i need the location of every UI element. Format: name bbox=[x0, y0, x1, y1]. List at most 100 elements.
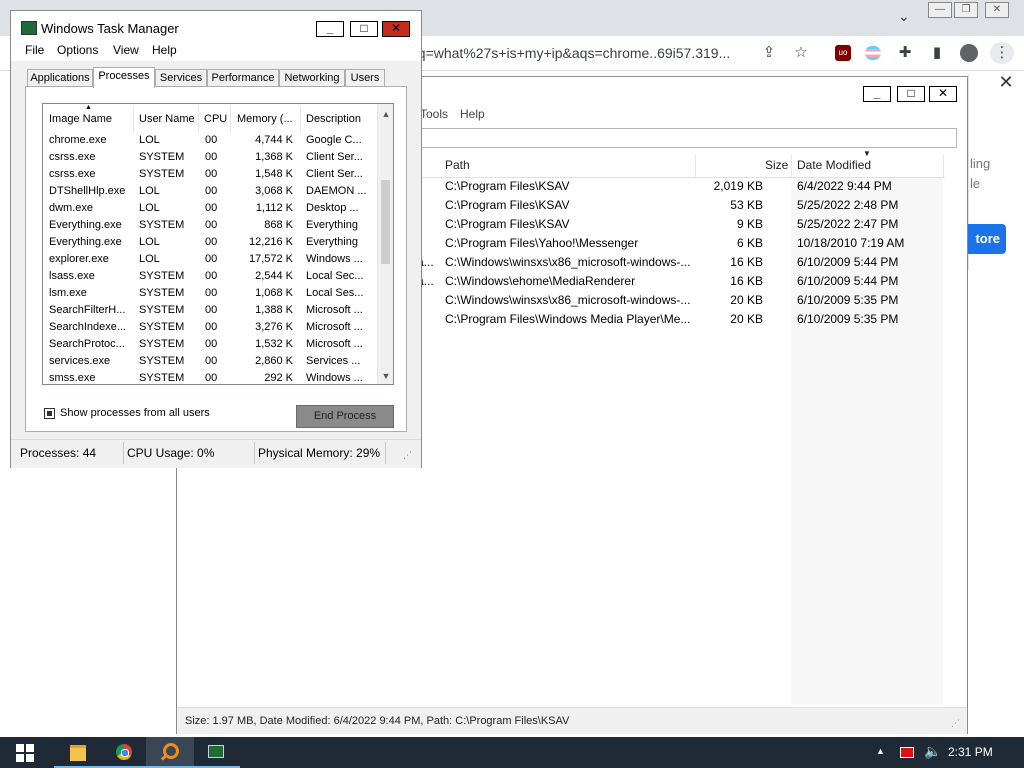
column-description[interactable]: Description bbox=[306, 113, 361, 125]
taskbar-task-manager[interactable] bbox=[192, 737, 240, 768]
process-row[interactable]: SearchFilterH... SYSTEM 00 1,388 K Microsoft… bbox=[43, 302, 377, 319]
result-row[interactable]: a... C:\Windows\winsxs\x86_microsoft-win… bbox=[417, 253, 945, 272]
process-row[interactable]: smss.exe SYSTEM 00 292 K Windows ... bbox=[43, 370, 377, 384]
everything-minimize-button[interactable]: _ bbox=[863, 86, 891, 102]
process-memory: 1,368 K bbox=[255, 151, 293, 163]
result-size: 9 KB bbox=[736, 217, 763, 231]
chrome-restore-button[interactable]: ❐ bbox=[954, 2, 978, 18]
process-row[interactable]: Everything.exe LOL 00 12,216 K Everything bbox=[43, 234, 377, 251]
everything-close-button[interactable]: ✕ bbox=[929, 86, 957, 102]
result-date: 6/10/2009 5:44 PM bbox=[797, 274, 899, 288]
result-size: 6 KB bbox=[736, 236, 763, 250]
process-user-name: SYSTEM bbox=[139, 219, 185, 231]
result-row[interactable]: C:\Program Files\KSAV 9 KB 5/25/2022 2:4… bbox=[417, 215, 945, 234]
process-row[interactable]: csrss.exe SYSTEM 00 1,548 K Client Ser... bbox=[43, 166, 377, 183]
process-description: Microsoft ... bbox=[306, 338, 363, 350]
chrome-minimize-button[interactable]: — bbox=[928, 2, 952, 18]
process-image-name: Everything.exe bbox=[49, 219, 122, 231]
bookmark-star-icon[interactable]: ☆ bbox=[790, 42, 812, 64]
resize-grip-icon[interactable]: ⋰ bbox=[951, 718, 960, 729]
process-list[interactable]: Image Name ▲ User Name CPU Memory (... D… bbox=[42, 103, 394, 385]
volume-icon[interactable]: 🔈 bbox=[924, 743, 941, 760]
resize-grip-icon[interactable]: ⋰ bbox=[403, 450, 412, 461]
process-cpu: 00 bbox=[205, 321, 218, 333]
result-size: 16 KB bbox=[730, 255, 763, 269]
process-row[interactable]: dwm.exe LOL 00 1,112 K Desktop ... bbox=[43, 200, 377, 217]
process-row[interactable]: explorer.exe LOL 00 17,572 K Windows ... bbox=[43, 251, 377, 268]
process-cpu: 00 bbox=[205, 151, 218, 163]
column-cpu[interactable]: CPU bbox=[204, 113, 227, 125]
scroll-up-icon[interactable]: ▲ bbox=[378, 106, 393, 122]
tray-security-icon[interactable] bbox=[900, 747, 914, 758]
process-row[interactable]: lsm.exe SYSTEM 00 1,068 K Local Ses... bbox=[43, 285, 377, 302]
address-bar[interactable]: oq=what%27s+is+my+ip&aqs=chrome..69i57.3… bbox=[410, 42, 750, 64]
tab-list-chevron-icon[interactable]: ⌄ bbox=[898, 8, 912, 24]
tab-users[interactable]: Users bbox=[345, 69, 385, 87]
tab-services[interactable]: Services bbox=[155, 69, 207, 87]
process-memory: 1,112 K bbox=[255, 202, 293, 214]
column-path[interactable]: Path bbox=[445, 158, 470, 172]
tm-minimize-button[interactable]: _ bbox=[316, 21, 344, 37]
process-row[interactable]: SearchIndexe... SYSTEM 00 3,276 K Microsoft … bbox=[43, 319, 377, 336]
column-image-name[interactable]: Image Name bbox=[49, 113, 112, 125]
tab-applications[interactable]: Applications bbox=[27, 69, 93, 87]
end-process-button[interactable]: End Process bbox=[296, 405, 394, 428]
process-row[interactable]: Everything.exe SYSTEM 00 868 K Everything bbox=[43, 217, 377, 234]
menu-help[interactable]: Help bbox=[460, 107, 485, 121]
menu-file[interactable]: File bbox=[25, 43, 44, 57]
tab-processes[interactable]: Processes bbox=[93, 67, 155, 88]
extension-flag-icon[interactable] bbox=[862, 42, 884, 64]
tray-overflow-icon[interactable]: ▲ bbox=[876, 746, 885, 756]
process-cpu: 00 bbox=[205, 338, 218, 350]
process-row[interactable]: SearchProtoc... SYSTEM 00 1,532 K Microsoft … bbox=[43, 336, 377, 353]
side-panel-icon[interactable]: ▮ bbox=[926, 42, 948, 64]
column-size[interactable]: Size bbox=[765, 158, 788, 172]
column-memory[interactable]: Memory (... bbox=[237, 113, 293, 125]
process-row[interactable]: lsass.exe SYSTEM 00 2,544 K Local Sec... bbox=[43, 268, 377, 285]
process-image-name: csrss.exe bbox=[49, 168, 96, 180]
process-list-scrollbar[interactable]: ▲ ▼ bbox=[377, 104, 393, 384]
ublock-icon[interactable]: uo bbox=[832, 42, 854, 64]
process-row[interactable]: chrome.exe LOL 00 4,744 K Google C... bbox=[43, 132, 377, 149]
start-button[interactable] bbox=[0, 737, 48, 768]
process-row[interactable]: services.exe SYSTEM 00 2,860 K Services ... bbox=[43, 353, 377, 370]
extensions-puzzle-icon[interactable]: ✚ bbox=[894, 42, 916, 64]
result-row[interactable]: C:\Windows\winsxs\x86_microsoft-windows-… bbox=[417, 291, 945, 310]
result-row[interactable]: C:\Program Files\Windows Media Player\Me… bbox=[417, 310, 945, 329]
folder-icon bbox=[70, 745, 86, 761]
tm-close-button[interactable]: ✕ bbox=[382, 21, 410, 37]
chrome-menu-icon[interactable]: ⋮ bbox=[990, 42, 1014, 64]
column-user-name[interactable]: User Name bbox=[139, 113, 195, 125]
show-all-processes-checkbox[interactable] bbox=[44, 408, 55, 419]
result-row[interactable]: C:\Program Files\KSAV 53 KB 5/25/2022 2:… bbox=[417, 196, 945, 215]
popup-close-icon[interactable]: ✕ bbox=[996, 72, 1016, 92]
column-date-modified[interactable]: Date Modified bbox=[797, 158, 871, 172]
chrome-close-button[interactable]: ✕ bbox=[985, 2, 1009, 18]
result-row[interactable]: a... C:\Windows\ehome\MediaRenderer 16 K… bbox=[417, 272, 945, 291]
result-path: C:\Windows\winsxs\x86_microsoft-windows-… bbox=[445, 293, 691, 307]
tab-performance[interactable]: Performance bbox=[207, 69, 279, 87]
process-memory: 1,548 K bbox=[255, 168, 293, 180]
tm-maximize-button[interactable]: □ bbox=[350, 21, 378, 37]
profile-avatar-icon[interactable] bbox=[958, 42, 980, 64]
menu-tools[interactable]: Tools bbox=[420, 107, 448, 121]
process-row[interactable]: DTShellHlp.exe LOL 00 3,068 K DAEMON ... bbox=[43, 183, 377, 200]
process-image-name: DTShellHlp.exe bbox=[49, 185, 126, 197]
process-row[interactable]: csrss.exe SYSTEM 00 1,368 K Client Ser... bbox=[43, 149, 377, 166]
tab-networking[interactable]: Networking bbox=[279, 69, 345, 87]
taskbar-chrome[interactable] bbox=[100, 737, 148, 768]
scrollbar-thumb[interactable] bbox=[381, 180, 390, 264]
share-icon[interactable]: ⇪ bbox=[758, 42, 780, 64]
sort-arrow-icon: ▲ bbox=[85, 104, 92, 111]
result-row[interactable]: C:\Program Files\Yahoo!\Messenger 6 KB 1… bbox=[417, 234, 945, 253]
taskbar-explorer[interactable] bbox=[54, 737, 102, 768]
result-row[interactable]: C:\Program Files\KSAV 2,019 KB 6/4/2022 … bbox=[417, 177, 945, 196]
scroll-down-icon[interactable]: ▼ bbox=[378, 368, 393, 384]
menu-help[interactable]: Help bbox=[152, 43, 177, 57]
taskbar-clock[interactable]: 2:31 PM bbox=[948, 745, 993, 759]
everything-search-input[interactable] bbox=[417, 128, 957, 148]
menu-view[interactable]: View bbox=[113, 43, 139, 57]
taskbar-everything[interactable] bbox=[146, 737, 194, 768]
menu-options[interactable]: Options bbox=[57, 43, 98, 57]
everything-maximize-button[interactable]: □ bbox=[897, 86, 925, 102]
